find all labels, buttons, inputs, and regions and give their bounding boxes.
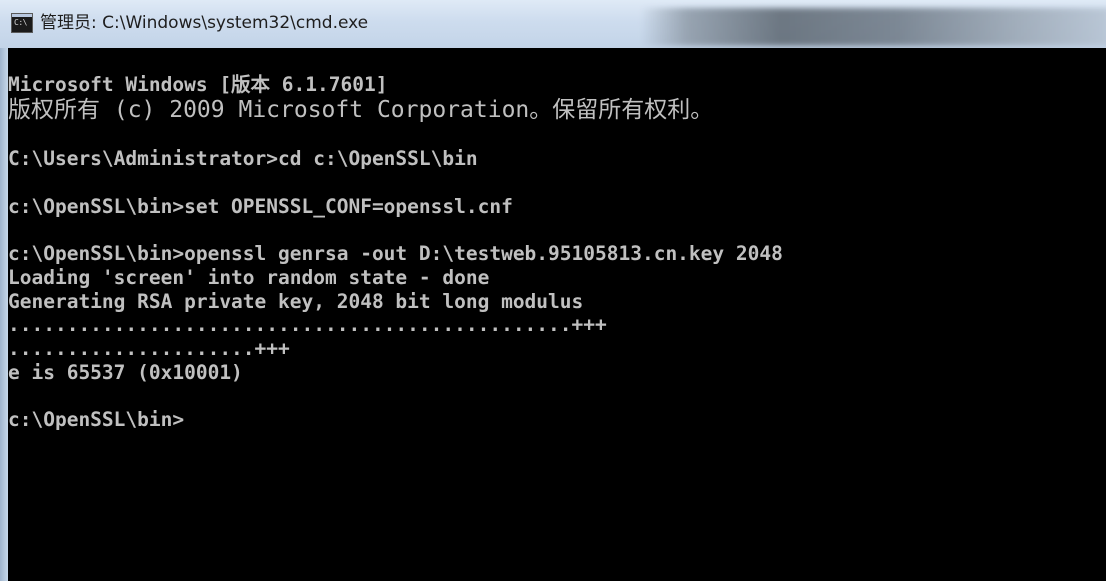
cmd-window: C:\ 管理员: C:\Windows\system32\cmd.exe Mic… xyxy=(0,0,1106,581)
console-line-exponent: e is 65537 (0x10001) xyxy=(8,360,243,384)
console-line-progress-2: .....................+++ xyxy=(8,336,290,360)
console-line-prompt[interactable]: c:\OpenSSL\bin> xyxy=(8,408,1106,432)
console-lines: Microsoft Windows [版本 6.1.7601] 版权所有 (c)… xyxy=(8,48,1106,432)
cmd-console-icon[interactable]: C:\ xyxy=(11,13,33,33)
window-left-frame xyxy=(0,48,8,581)
console-line-cd-command: C:\Users\Administrator>cd c:\OpenSSL\bin xyxy=(8,147,478,171)
blurred-background-area xyxy=(640,8,1106,46)
console-output-area[interactable]: Microsoft Windows [版本 6.1.7601] 版权所有 (c)… xyxy=(8,48,1106,581)
title-bar[interactable]: C:\ 管理员: C:\Windows\system32\cmd.exe xyxy=(0,0,1106,48)
console-icon-text: C:\ xyxy=(14,18,27,27)
prompt-text: c:\OpenSSL\bin> xyxy=(8,407,185,431)
console-line-generating: Generating RSA private key, 2048 bit lon… xyxy=(8,289,584,313)
console-icon-bar xyxy=(12,14,32,17)
console-line-version: Microsoft Windows [版本 6.1.7601] xyxy=(8,73,388,96)
console-line-progress-1: ........................................… xyxy=(8,313,607,337)
console-line-genrsa-command: c:\OpenSSL\bin>openssl genrsa -out D:\te… xyxy=(8,242,783,266)
window-title: 管理员: C:\Windows\system32\cmd.exe xyxy=(40,13,369,33)
console-line-set-command: c:\OpenSSL\bin>set OPENSSL_CONF=openssl.… xyxy=(8,194,513,218)
console-line-copyright: 版权所有 (c) 2009 Microsoft Corporation。保留所有… xyxy=(8,96,714,123)
console-line-loading: Loading 'screen' into random state - don… xyxy=(8,265,490,289)
